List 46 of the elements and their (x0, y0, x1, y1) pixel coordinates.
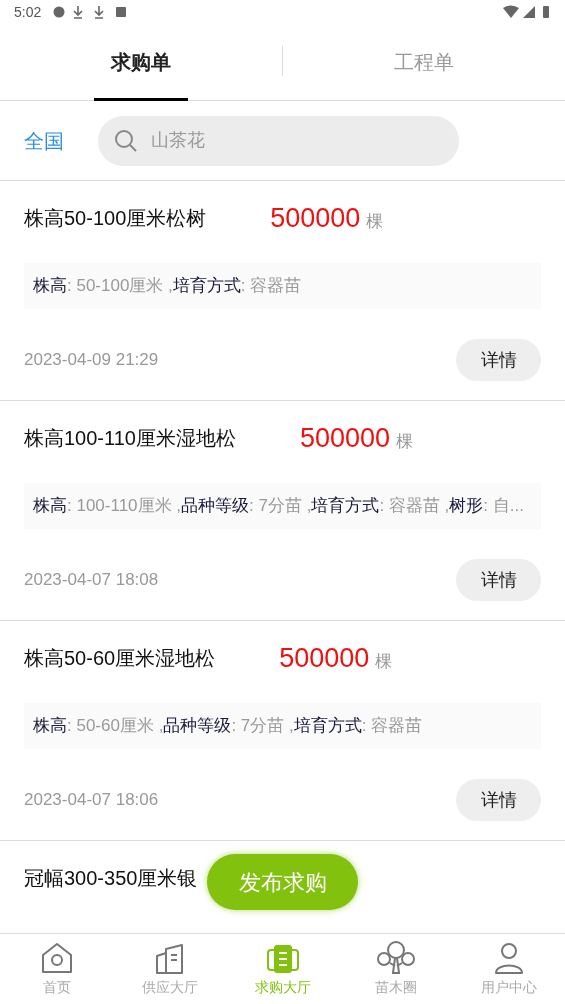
nav-tab[interactable]: 用户中心 (452, 934, 565, 1004)
attribute: 培育方式: 容器苗 (293, 715, 423, 738)
attribute: 株高: 100-110厘米 , (33, 495, 182, 518)
clipboard-icon (265, 943, 300, 975)
details-button[interactable]: 详情 (456, 779, 541, 821)
listing-title: 株高50-100厘米松树 (24, 206, 207, 231)
details-button[interactable]: 详情 (456, 559, 541, 601)
attribute: 培育方式: 容器苗 (172, 275, 302, 298)
quantity: 500000 (299, 421, 391, 455)
listing-title: 株高50-60厘米湿地松 (24, 646, 216, 671)
publish-button[interactable]: 发布求购 (207, 854, 358, 910)
attribute: 品种等级: 7分苗 , (181, 495, 312, 518)
attribute: 株高: 50-100厘米 , (33, 275, 173, 298)
attribute: 树形: 自... (449, 495, 524, 518)
attribute: 株高: 50-60厘米 , (33, 715, 164, 738)
nav-tab[interactable]: 供应大厅 (113, 934, 226, 1004)
listing-title: 冠幅300-350厘米银 (24, 866, 198, 891)
status-time: 5:02 (14, 2, 42, 22)
details-button[interactable]: 详情 (456, 339, 541, 381)
nav-tab[interactable]: 苗木圈 (339, 934, 452, 1004)
nav-tab[interactable]: 求购大厅 (226, 934, 339, 1004)
unit: 棵 (375, 650, 393, 673)
tree-icon (374, 939, 417, 975)
region-selector[interactable]: 全国 (24, 125, 64, 156)
user-icon (492, 941, 525, 975)
quantity: 500000 (270, 201, 361, 235)
attribute: 品种等级: 7分苗 , (163, 715, 294, 738)
download-icon (94, 5, 105, 19)
tab[interactable]: 求购单 (0, 24, 283, 100)
app-notification-icon (116, 7, 127, 17)
search-icon (114, 128, 138, 153)
unit: 棵 (366, 210, 384, 233)
record-icon (53, 6, 66, 18)
listing-date: 2023-04-09 21:29 (24, 349, 159, 372)
tab[interactable]: 工程单 (282, 24, 565, 100)
nav-tab[interactable]: 首页 (0, 934, 113, 1004)
listing-date: 2023-04-07 18:08 (24, 569, 159, 592)
listing-date: 2023-04-07 18:06 (24, 789, 159, 812)
search-field[interactable]: 山茶花 (98, 115, 459, 166)
download-icon (73, 5, 84, 19)
unit: 棵 (396, 430, 414, 453)
quantity: 500000 (279, 641, 370, 675)
attribute: 培育方式: 容器苗 , (311, 495, 450, 518)
signal-battery-icons (503, 5, 551, 19)
listing-title: 株高100-110厘米湿地松 (24, 426, 236, 451)
building-icon (153, 943, 186, 975)
